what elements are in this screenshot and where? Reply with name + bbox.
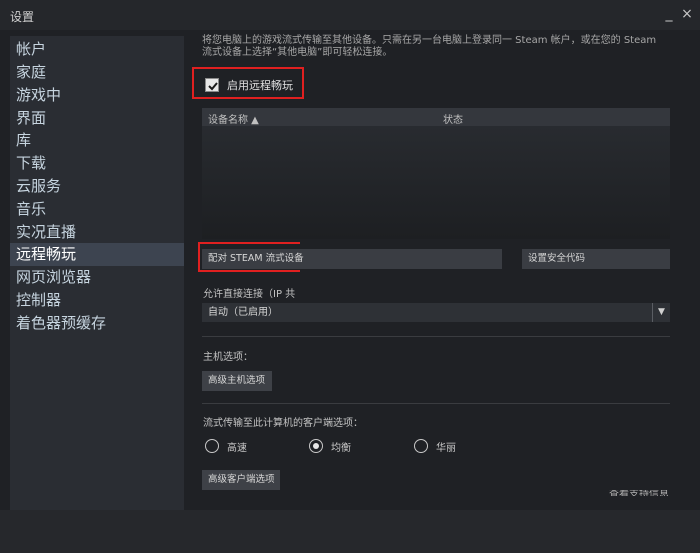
radio-fast-label: 高速 bbox=[227, 443, 247, 454]
window-title: 设置 bbox=[10, 10, 35, 24]
column-device-name[interactable]: 设备名称 ▲ bbox=[208, 111, 259, 126]
host-options-label: 主机选项： bbox=[203, 352, 253, 363]
sidebar-item-remote-play[interactable]: 远程畅玩 bbox=[10, 243, 184, 266]
client-options-label: 流式传输至此计算机的客户端选项： bbox=[203, 418, 363, 429]
minimize-icon[interactable]: _ bbox=[660, 4, 678, 24]
sidebar-item-music[interactable]: 音乐 bbox=[10, 198, 184, 221]
settings-sidebar: 帐户 家庭 游戏中 界面 库 下载 云服务 音乐 实况直播 远程畅玩 网页浏览器… bbox=[10, 36, 184, 510]
divider bbox=[202, 336, 670, 337]
device-table-header: 设备名称 ▲ 状态 bbox=[202, 108, 670, 126]
checkmark-icon bbox=[208, 82, 218, 91]
sidebar-item-shader-cache[interactable]: 着色器预缓存 bbox=[10, 312, 184, 335]
advanced-client-options-button[interactable]: 高级客户端选项 bbox=[202, 470, 280, 490]
sidebar-item-downloads[interactable]: 下载 bbox=[10, 152, 184, 175]
remote-play-panel: 将您电脑上的游戏流式传输至其他设备。只需在另一台电脑上登录同一 Steam 帐户… bbox=[192, 30, 682, 498]
sidebar-item-web-browser[interactable]: 网页浏览器 bbox=[10, 266, 184, 289]
sidebar-item-account[interactable]: 帐户 bbox=[10, 38, 184, 61]
sidebar-item-controller[interactable]: 控制器 bbox=[10, 289, 184, 312]
remote-play-description: 将您电脑上的游戏流式传输至其他设备。只需在另一台电脑上登录同一 Steam 帐户… bbox=[202, 35, 657, 58]
column-status[interactable]: 状态 bbox=[443, 111, 463, 126]
radio-balanced-label: 均衡 bbox=[331, 443, 351, 454]
sidebar-item-in-game[interactable]: 游戏中 bbox=[10, 84, 184, 107]
sidebar-item-broadcasting[interactable]: 实况直播 bbox=[10, 221, 184, 244]
title-bar: 设置 _ × bbox=[0, 0, 700, 30]
direct-connect-label: 允许直接连接（IP 共 bbox=[203, 289, 296, 300]
radio-balanced[interactable] bbox=[309, 439, 323, 453]
radio-beautiful-label: 华丽 bbox=[436, 443, 456, 454]
sidebar-item-family[interactable]: 家庭 bbox=[10, 61, 184, 84]
chevron-down-icon[interactable]: ▼ bbox=[652, 303, 670, 322]
sidebar-item-interface[interactable]: 界面 bbox=[10, 107, 184, 130]
sidebar-item-cloud[interactable]: 云服务 bbox=[10, 175, 184, 198]
support-info-link[interactable]: 查看支持信息 bbox=[609, 490, 669, 496]
scrollbar[interactable] bbox=[683, 30, 697, 510]
advanced-host-options-button[interactable]: 高级主机选项 bbox=[202, 371, 272, 391]
enable-remote-play-label: 启用远程畅玩 bbox=[227, 79, 293, 92]
close-icon[interactable]: × bbox=[678, 4, 696, 24]
enable-remote-play-checkbox[interactable] bbox=[205, 78, 219, 92]
divider bbox=[202, 403, 670, 404]
footer-bar bbox=[0, 510, 700, 553]
radio-beautiful[interactable] bbox=[414, 439, 428, 453]
set-security-code-button[interactable]: 设置安全代码 bbox=[522, 249, 670, 269]
direct-connect-select[interactable]: 自动（已启用） ▼ bbox=[202, 303, 670, 322]
sidebar-item-library[interactable]: 库 bbox=[10, 129, 184, 152]
highlight-box-pair bbox=[198, 242, 300, 272]
device-table: 设备名称 ▲ 状态 bbox=[202, 108, 670, 239]
radio-fast[interactable] bbox=[205, 439, 219, 453]
